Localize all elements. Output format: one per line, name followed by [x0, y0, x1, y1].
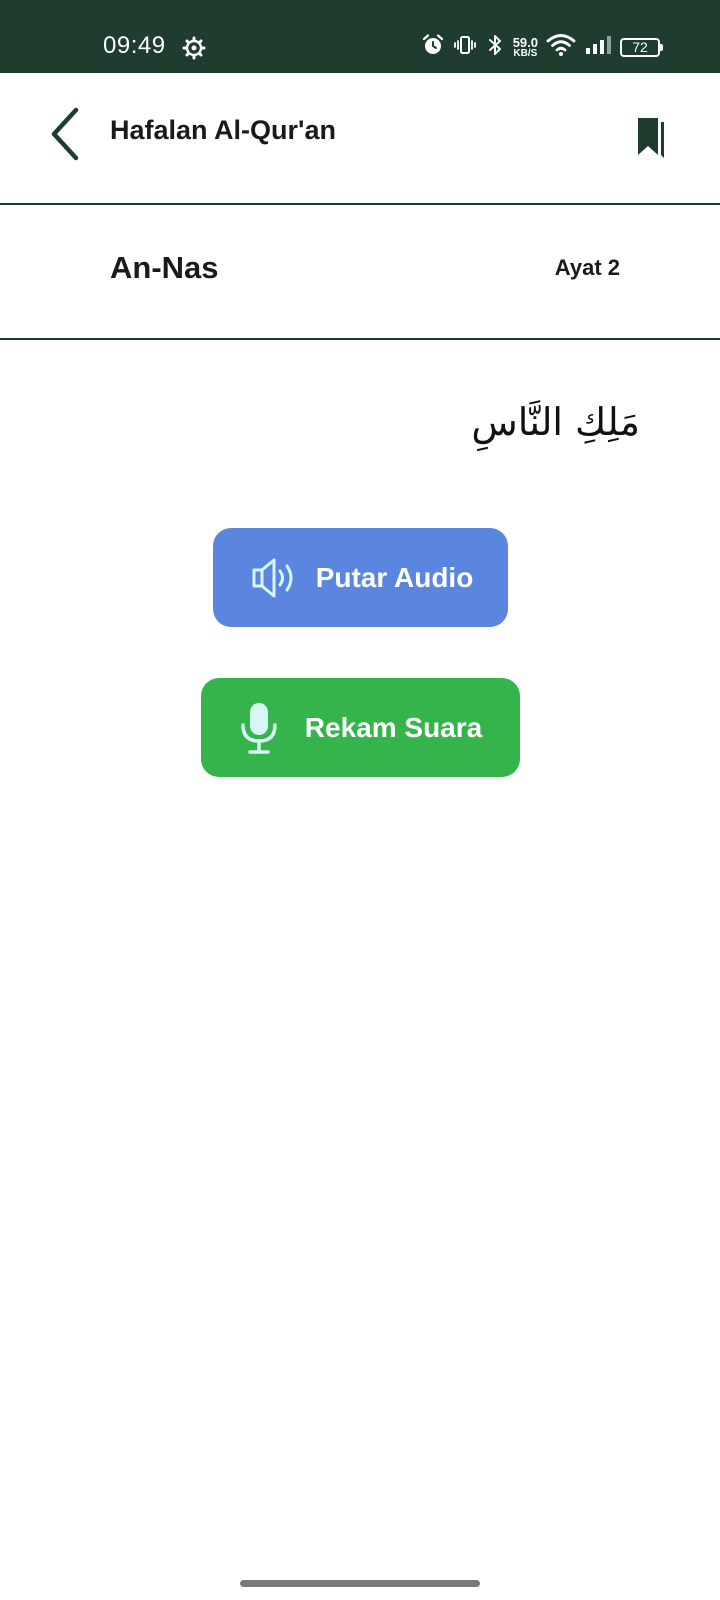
- wifi-icon: [546, 33, 576, 61]
- net-speed-value: 59.0: [512, 34, 538, 50]
- ayat-label: Ayat 2: [554, 255, 620, 280]
- record-voice-button[interactable]: Rekam Suara: [201, 678, 520, 777]
- play-audio-button[interactable]: Putar Audio: [213, 528, 508, 627]
- play-audio-label: Putar Audio: [315, 561, 474, 593]
- status-time: 09:49: [103, 32, 166, 59]
- back-button[interactable]: [40, 106, 90, 166]
- arabic-verse: مَلِكِ النَّاسِ: [471, 400, 640, 444]
- speaker-icon: [248, 556, 304, 600]
- vibrate-icon: [453, 33, 477, 61]
- battery-level: 72: [632, 39, 648, 55]
- battery-icon: 72: [620, 37, 663, 57]
- bluetooth-icon: [485, 33, 505, 61]
- microphone-icon: [239, 701, 279, 755]
- record-voice-label: Rekam Suara: [304, 711, 483, 743]
- settings-icon: [182, 36, 206, 60]
- surah-header: An-Nas Ayat 2: [0, 205, 720, 338]
- surah-name: An-Nas: [110, 250, 219, 285]
- page-title: Hafalan Al-Qur'an: [110, 115, 336, 145]
- bookmark-icon: [632, 114, 668, 162]
- surah-divider: [0, 338, 720, 340]
- net-speed-unit: KB/S: [513, 47, 538, 59]
- status-bar: 09:49 59.0 KB/S 72: [0, 0, 720, 73]
- app-bar: Hafalan Al-Qur'an: [0, 73, 720, 203]
- net-speed: 59.0 KB/S: [513, 36, 538, 59]
- alarm-icon: [421, 33, 445, 61]
- home-indicator[interactable]: [240, 1580, 480, 1587]
- status-icons: 59.0 KB/S 72: [421, 32, 663, 62]
- bookmark-button[interactable]: [628, 113, 672, 163]
- chevron-left-icon: [48, 106, 82, 166]
- signal-icon: [584, 33, 612, 61]
